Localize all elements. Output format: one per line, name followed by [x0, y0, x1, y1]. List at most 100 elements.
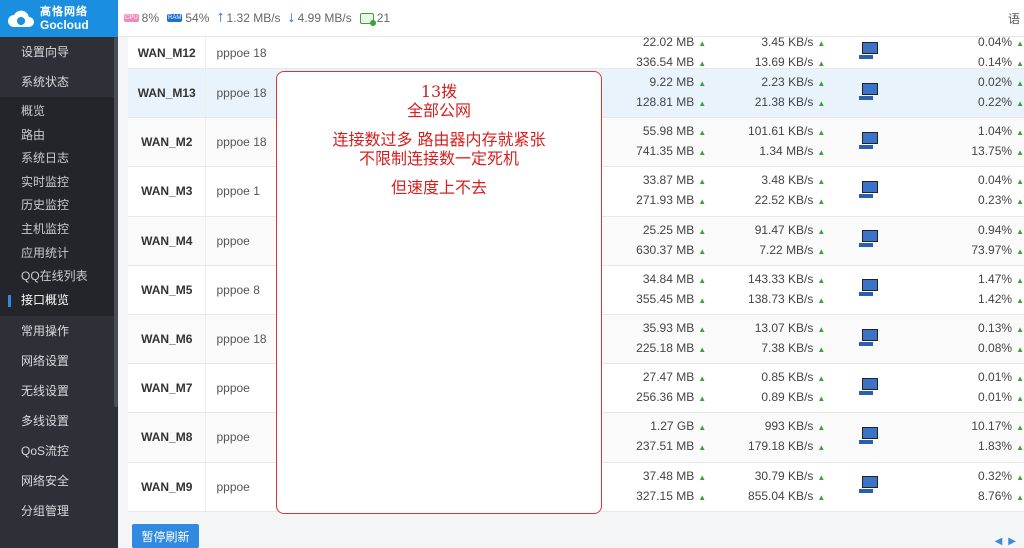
pause-refresh-button[interactable]: 暂停刷新: [132, 524, 199, 548]
up-arrow-icon: ▲: [698, 58, 707, 68]
up-arrow-icon: ▲: [1016, 325, 1024, 335]
up-arrow-icon: ▲: [1016, 177, 1024, 187]
sidebar-item-overview[interactable]: 概览: [0, 100, 118, 124]
up-arrow-icon: ▲: [1016, 394, 1024, 404]
traffic-up: 1.27 GB: [650, 419, 695, 434]
rate-down: 0.89 KB/s: [761, 390, 814, 405]
sidebar-item-interface-overview[interactable]: 接口概览: [0, 289, 118, 313]
up-arrow-icon: ▲: [698, 325, 707, 335]
up-arrow-icon: ▲: [817, 246, 826, 256]
percent-cell: 0.04% ▲ 0.14% ▲: [915, 37, 1024, 73]
percent-cell: 0.32% ▲ 8.76% ▲: [915, 467, 1024, 507]
percent-up: 0.94%: [978, 222, 1013, 237]
traffic-down: 271.93 MB: [636, 193, 695, 208]
annotation-line-2: 全部公网: [406, 101, 471, 120]
interface-name: WAN_M7: [128, 364, 207, 413]
up-arrow-icon: ▲: [698, 148, 707, 158]
traffic-cell: 9.22 MB ▲ 128.81 MB ▲: [594, 73, 706, 113]
scroll-right-icon[interactable]: ▶: [1008, 536, 1016, 547]
table-row[interactable]: WAN_M12 pppoe 18 22.02 MB ▲ 336.54 MB ▲ 3.45 K…: [128, 37, 1024, 69]
rate-down: 1.34 MB/s: [759, 144, 814, 159]
cpu-icon: CPU: [124, 14, 139, 22]
percent-up: 1.47%: [978, 271, 1013, 286]
monitor-icon[interactable]: [859, 279, 881, 297]
annotation-line-3: 连接数过多 路由器内存就紧张: [332, 130, 546, 149]
monitor-icon[interactable]: [859, 42, 881, 60]
traffic-cell: 33.87 MB ▲ 271.93 MB ▲: [594, 171, 706, 211]
sidebar-item-app-stats[interactable]: 应用统计: [0, 242, 118, 266]
sidebar-item-routes[interactable]: 路由: [0, 124, 118, 148]
traffic-down: 327.15 MB: [636, 488, 695, 503]
up-arrow-icon: ▲: [1016, 58, 1024, 68]
up-arrow-icon: ▲: [1016, 148, 1024, 158]
sidebar-item-common-ops[interactable]: 常用操作: [0, 316, 118, 346]
sidebar-item-group-management[interactable]: 分组管理: [0, 496, 118, 526]
sidebar-item-network-settings[interactable]: 网络设置: [0, 346, 118, 376]
ram-usage: RAM 54%: [167, 11, 210, 25]
up-arrow-icon: ▲: [698, 492, 707, 502]
rate-down: 13.69 KB/s: [754, 54, 814, 69]
percent-cell: 1.04% ▲ 13.75% ▲: [915, 122, 1024, 162]
horizontal-scroll-controls: ◀ ▶: [995, 536, 1016, 547]
traffic-up: 33.87 MB: [642, 173, 695, 188]
rate-up: 101.61 KB/s: [748, 124, 814, 139]
percent-up: 0.32%: [978, 468, 1013, 483]
download-rate: ⭣ 4.99 MB/s: [288, 10, 352, 25]
traffic-cell: 1.27 GB ▲ 237.51 MB ▲: [594, 417, 706, 457]
up-arrow-icon: ▲: [817, 226, 826, 236]
monitor-icon[interactable]: [859, 131, 881, 150]
percent-up: 0.01%: [978, 370, 1013, 385]
sidebar-item-wireless-settings[interactable]: 无线设置: [0, 376, 118, 406]
rate-up: 143.33 KB/s: [748, 271, 814, 286]
annotation-line-5: 但速度上不去: [390, 178, 487, 197]
traffic-down: 741.35 MB: [636, 144, 695, 159]
sidebar-item-network-security[interactable]: 网络安全: [0, 466, 118, 496]
rate-down: 21.38 KB/s: [754, 95, 814, 110]
up-arrow-icon: ▲: [817, 374, 826, 384]
up-arrow-icon: ▲: [817, 128, 826, 138]
up-arrow-icon: ▲: [1016, 246, 1024, 256]
sidebar-item-multiline-settings[interactable]: 多线设置: [0, 406, 118, 436]
up-arrow-icon: ▲: [817, 58, 826, 68]
sidebar-item-realtime-monitor[interactable]: 实时监控: [0, 171, 118, 195]
monitor-icon[interactable]: [859, 82, 881, 101]
rate-up: 13.07 KB/s: [754, 321, 814, 336]
monitor-icon[interactable]: [859, 230, 881, 248]
sidebar-item-host-monitor[interactable]: 主机监控: [0, 218, 118, 242]
up-arrow-icon: ▲: [1016, 472, 1024, 482]
sidebar-item-system-status[interactable]: 系统状态: [0, 67, 118, 97]
percent-cell: 0.04% ▲ 0.23% ▲: [915, 171, 1024, 211]
rate-down: 22.52 KB/s: [754, 193, 814, 208]
traffic-cell: 25.25 MB ▲ 630.37 MB ▲: [594, 221, 706, 261]
monitor-icon[interactable]: [859, 476, 881, 494]
percent-down: 1.83%: [978, 439, 1013, 454]
up-arrow-icon: ▲: [817, 325, 826, 335]
sidebar-item-qq-online[interactable]: QQ在线列表: [0, 265, 118, 289]
online-devices[interactable]: 21: [359, 11, 390, 26]
traffic-cell: 37.48 MB ▲ 327.15 MB ▲: [594, 467, 706, 507]
traffic-down: 256.36 MB: [636, 390, 695, 405]
rate-down: 855.04 KB/s: [748, 488, 814, 503]
monitor-icon[interactable]: [859, 377, 881, 396]
interface-name: WAN_M4: [128, 216, 207, 265]
sidebar-item-system-log[interactable]: 系统日志: [0, 147, 118, 171]
up-arrow-icon: ▲: [1016, 423, 1024, 433]
sidebar-item-history-monitor[interactable]: 历史监控: [0, 194, 118, 218]
percent-down: 0.08%: [978, 341, 1013, 356]
rate-up: 91.47 KB/s: [754, 222, 814, 237]
rate-cell: 3.48 KB/s ▲ 22.52 KB/s ▲: [706, 171, 826, 211]
rate-up: 2.23 KB/s: [761, 75, 814, 90]
up-arrow-icon: ▲: [817, 492, 826, 502]
traffic-down: 630.37 MB: [636, 242, 695, 257]
interface-type: pppoe 18: [216, 45, 267, 60]
brand-logo[interactable]: 高恪网络 Gocloud: [0, 0, 118, 37]
sidebar-item-setup-wizard[interactable]: 设置向导: [0, 37, 118, 67]
sidebar-item-qos[interactable]: QoS流控: [0, 436, 118, 466]
monitor-icon[interactable]: [859, 180, 881, 199]
monitor-icon[interactable]: [859, 328, 881, 347]
up-arrow-icon: ▲: [817, 443, 826, 453]
language-switch[interactable]: 语: [1008, 10, 1020, 27]
monitor-icon[interactable]: [859, 426, 881, 445]
scroll-left-icon[interactable]: ◀: [995, 536, 1003, 547]
traffic-down: 336.54 MB: [636, 54, 695, 69]
